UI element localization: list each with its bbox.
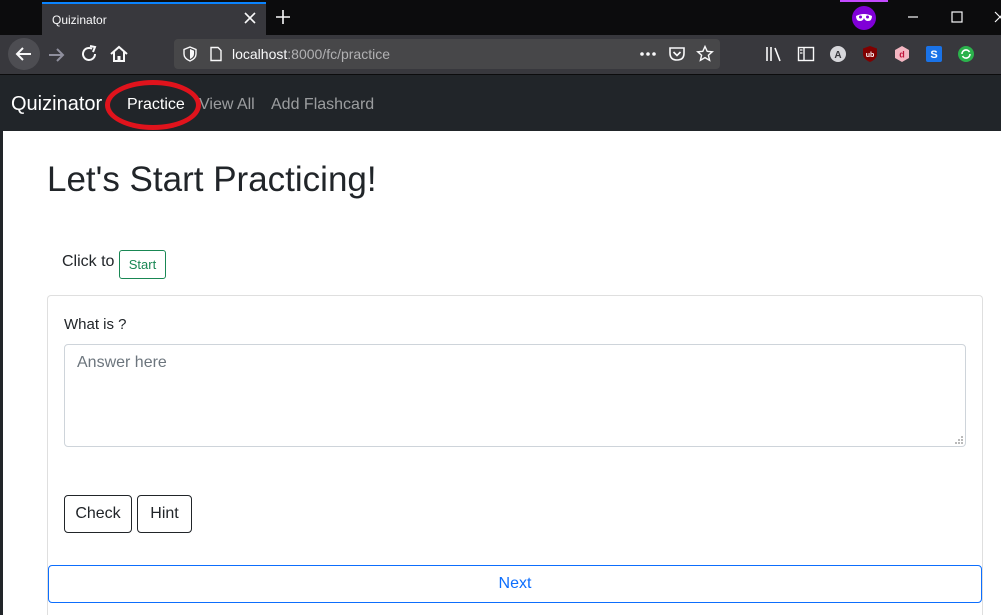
- url-bar[interactable]: localhost:8000/fc/practice: [174, 39, 720, 69]
- tab-title: Quizinator: [52, 13, 107, 27]
- sync-extension-icon[interactable]: [957, 45, 975, 63]
- svg-text:A: A: [834, 50, 841, 61]
- browser-toolbar: localhost:8000/fc/practice A ub d S: [0, 35, 1001, 75]
- svg-text:S: S: [930, 49, 937, 61]
- resize-grip-icon[interactable]: [954, 435, 964, 445]
- url-text[interactable]: localhost:8000/fc/practice: [232, 46, 390, 62]
- url-path: :8000/fc/practice: [287, 46, 390, 62]
- nav-link-add-flashcard[interactable]: Add Flashcard: [271, 96, 374, 114]
- next-button[interactable]: Next: [48, 565, 982, 603]
- svg-text:d: d: [899, 50, 905, 60]
- page-info-icon[interactable]: [208, 46, 224, 62]
- check-button[interactable]: Check: [64, 495, 132, 533]
- close-tab-icon[interactable]: [242, 10, 258, 26]
- url-host: localhost: [232, 46, 288, 62]
- privacy-extension-icon[interactable]: d: [893, 45, 911, 63]
- svg-text:ub: ub: [866, 52, 875, 59]
- bookmark-star-icon[interactable]: [696, 45, 714, 63]
- back-arrow-icon: [15, 47, 31, 61]
- reload-icon[interactable]: [78, 43, 100, 65]
- s-extension-icon[interactable]: S: [925, 45, 943, 63]
- question-label: What is ?: [64, 316, 127, 333]
- nav-link-view-all[interactable]: View All: [199, 96, 255, 114]
- sidebar-icon[interactable]: [797, 45, 815, 63]
- hint-button[interactable]: Hint: [137, 495, 192, 533]
- library-icon[interactable]: [765, 45, 783, 63]
- maximize-icon[interactable]: [948, 8, 966, 26]
- browser-tab-strip: Quizinator: [0, 0, 1001, 35]
- minimize-icon[interactable]: [904, 8, 922, 26]
- start-button[interactable]: Start: [119, 250, 166, 279]
- page-title: Let's Start Practicing!: [47, 160, 377, 199]
- red-annotation-circle: [105, 80, 201, 130]
- tracking-shield-icon[interactable]: [182, 46, 198, 62]
- page-actions-icon[interactable]: [638, 47, 658, 61]
- private-browsing-icon: [852, 6, 876, 30]
- private-indicator-stripe: [840, 0, 888, 2]
- back-button[interactable]: [8, 38, 40, 70]
- close-window-icon[interactable]: [992, 8, 1001, 26]
- new-tab-icon[interactable]: [274, 8, 292, 26]
- pocket-icon[interactable]: [668, 45, 686, 63]
- account-extension-icon[interactable]: A: [829, 45, 847, 63]
- browser-tab[interactable]: Quizinator: [42, 2, 266, 35]
- window-left-edge: [0, 131, 3, 615]
- start-prompt-label: Click to: [62, 253, 115, 270]
- ublock-origin-icon[interactable]: ub: [861, 45, 879, 63]
- home-icon[interactable]: [108, 43, 130, 65]
- app-brand[interactable]: Quizinator: [11, 93, 102, 116]
- forward-arrow-icon[interactable]: [44, 43, 68, 67]
- answer-input[interactable]: [64, 344, 966, 447]
